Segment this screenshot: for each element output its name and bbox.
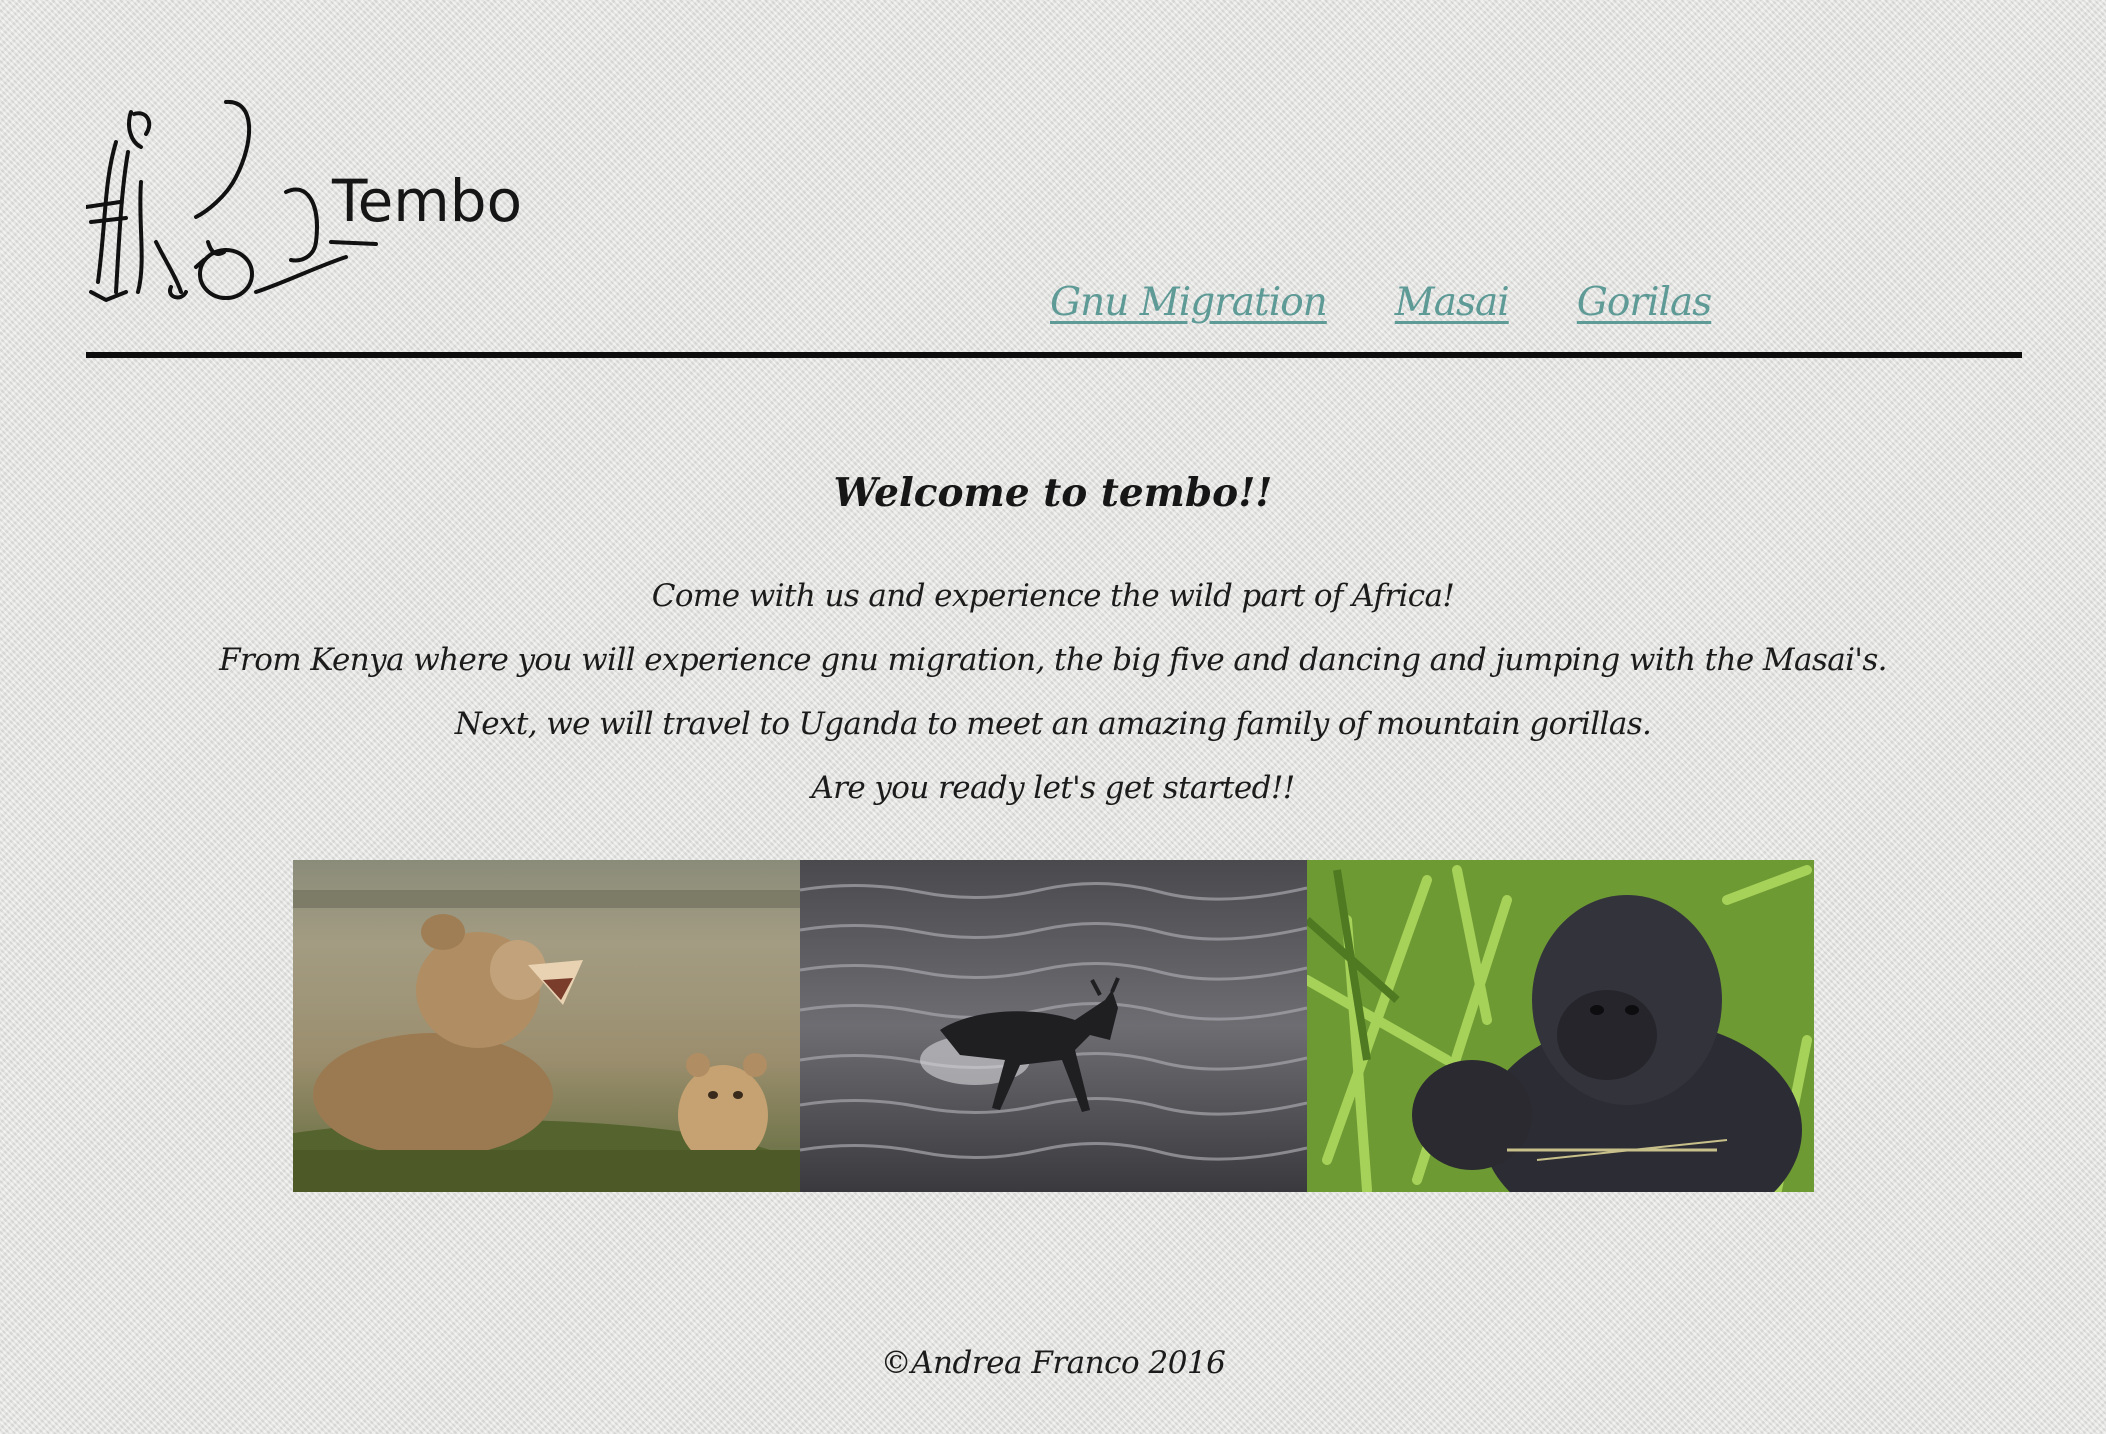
intro-text: Come with us and experience the wild par… [0, 572, 2106, 828]
intro-line: Come with us and experience the wild par… [651, 578, 1455, 614]
intro-line: From Kenya where you will experience gnu… [219, 642, 1887, 678]
photo-gallery [293, 860, 1815, 1192]
footer-copyright: ©Andrea Franco 2016 [880, 1345, 1226, 1381]
nav-link-gorilas[interactable]: Gorilas [1577, 280, 1712, 325]
lion-photo [293, 860, 800, 1192]
tembo-logo-link[interactable]: Tembo [86, 92, 526, 322]
nav-link-gnu-migration[interactable]: Gnu Migration [1050, 280, 1328, 325]
header-divider [86, 352, 2022, 358]
wildebeest-photo [800, 860, 1307, 1192]
welcome-heading: Welcome to tembo!! [833, 470, 1273, 516]
nav-link-masai[interactable]: Masai [1395, 280, 1510, 325]
logo-text: Tembo [332, 167, 523, 235]
gorilla-photo [1307, 860, 1814, 1192]
main-nav: Gnu Migration Masai Gorilas [1050, 280, 1712, 325]
intro-line: Next, we will travel to Uganda to meet a… [454, 706, 1652, 742]
intro-line: Are you ready let's get started!! [811, 770, 1295, 806]
